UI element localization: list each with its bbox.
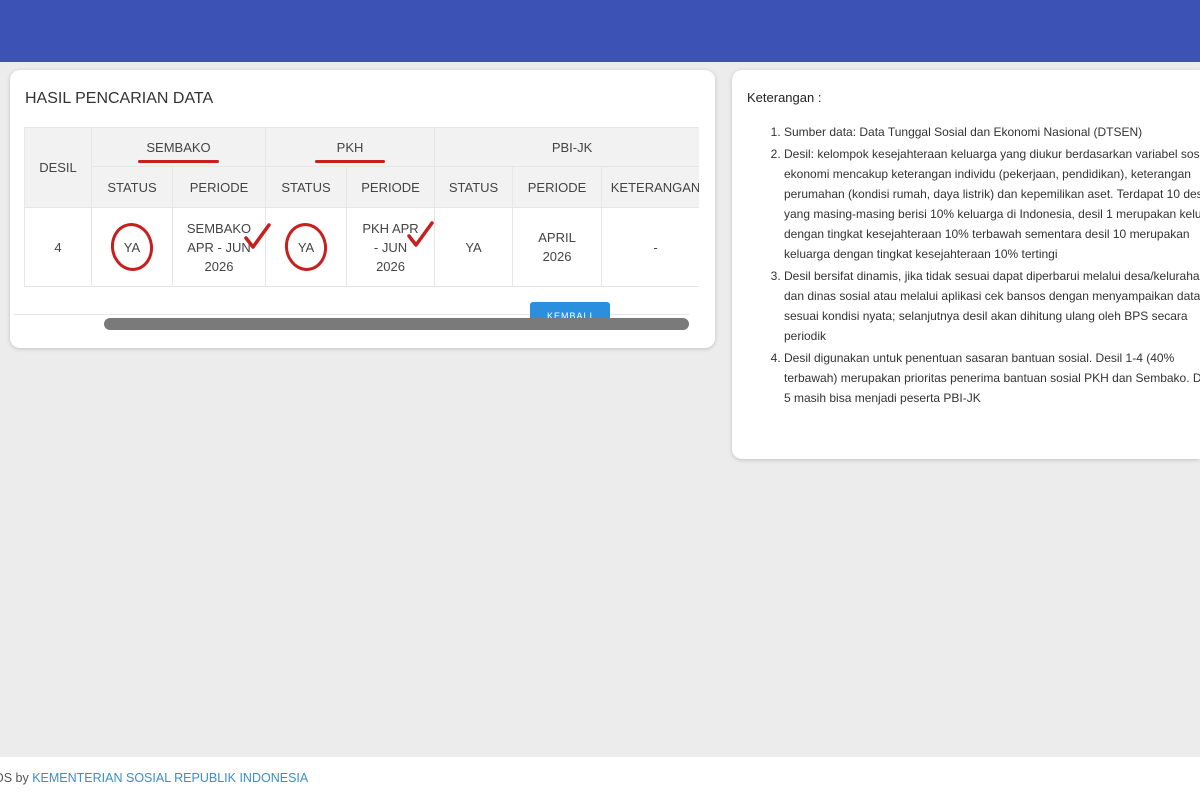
circle-annotation-icon (281, 220, 331, 274)
info-list: Sumber data: Data Tunggal Sosial dan Eko… (747, 122, 1200, 410)
group-header-pkh: PKH (265, 127, 436, 167)
footer-link[interactable]: KEMENTERIAN SOSIAL REPUBLIK INDONESIA (32, 771, 308, 785)
results-table: DESIL SEMBAKO PKH PBI-JK STATUS PERIODE … (24, 127, 699, 287)
footer-prefix: OS by (0, 771, 29, 785)
group-header-sembako: SEMBAKO (90, 127, 267, 167)
cell-keterangan: - (601, 207, 699, 287)
column-header-pbi-status: STATUS (434, 166, 514, 208)
cell-pbi-periode: APRIL 2026 (512, 207, 603, 287)
info-card: Keterangan : Sumber data: Data Tunggal S… (732, 70, 1200, 459)
checkmark-annotation-icon (244, 223, 271, 249)
footer: OS by KEMENTERIAN SOSIAL REPUBLIK INDONE… (0, 757, 1200, 800)
pbi-periode-value: APRIL 2026 (538, 230, 576, 264)
table-row: 4 YA SEMBAKO APR - JUN 2026 YA PKH APR -… (24, 207, 699, 287)
cell-pbi-status: YA (434, 207, 514, 287)
list-item: Desil bersifat dinamis, jika tidak sesua… (784, 266, 1200, 346)
desil-header: DESIL (24, 127, 92, 208)
cell-sembako-status: YA (91, 207, 173, 287)
cell-pkh-status: YA (265, 207, 348, 287)
column-header-pkh-periode: PERIODE (346, 166, 436, 208)
checkmark-annotation-icon (407, 221, 434, 247)
cell-desil: 4 (24, 207, 92, 287)
info-title: Keterangan : (747, 90, 822, 105)
column-header-pkh-status: STATUS (265, 166, 348, 208)
list-item: Sumber data: Data Tunggal Sosial dan Eko… (784, 122, 1200, 142)
group-label-pkh: PKH (336, 139, 364, 155)
column-header-keterangan: KETERANGAN (601, 166, 699, 208)
list-item: Desil: kelompok kesejahteraan keluarga y… (784, 144, 1200, 264)
group-label-sembako: SEMBAKO (146, 139, 211, 155)
results-title: HASIL PENCARIAN DATA (25, 90, 214, 107)
column-header-sembako-periode: PERIODE (171, 166, 267, 208)
footer-text: OS by KEMENTERIAN SOSIAL REPUBLIK INDONE… (0, 771, 308, 785)
group-header-pbi-jk: PBI-JK (434, 127, 699, 167)
horizontal-scrollbar-thumb[interactable] (104, 318, 689, 330)
list-item: Desil digunakan untuk penentuan sasaran … (784, 348, 1200, 408)
column-header-sembako-status: STATUS (91, 166, 173, 208)
circle-annotation-icon (107, 220, 157, 274)
results-table-wrapper: DESIL SEMBAKO PKH PBI-JK STATUS PERIODE … (24, 127, 699, 287)
red-underline-annotation (138, 159, 219, 163)
top-app-bar (0, 0, 1200, 62)
column-header-pbi-periode: PERIODE (512, 166, 603, 208)
red-underline-annotation (314, 159, 386, 163)
